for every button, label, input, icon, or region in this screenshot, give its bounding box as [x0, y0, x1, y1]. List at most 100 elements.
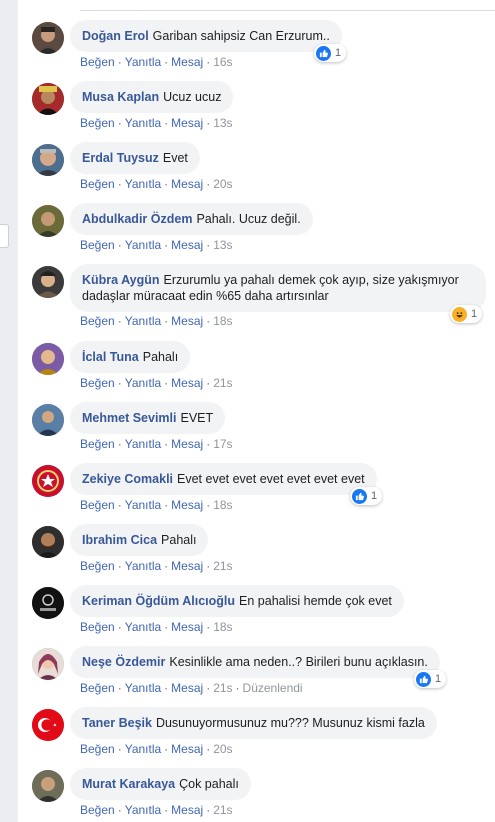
message-link[interactable]: Mesaj — [171, 803, 203, 817]
separator: · — [164, 437, 169, 451]
comment-author[interactable]: Keriman Öğdüm Alıcıoğlu — [82, 594, 235, 608]
message-link[interactable]: Mesaj — [171, 314, 203, 328]
avatar[interactable] — [32, 587, 64, 619]
reply-link[interactable]: Yanıtla — [125, 681, 161, 695]
reply-link[interactable]: Yanıtla — [125, 177, 161, 191]
edited-label[interactable]: Düzenlendi — [243, 681, 303, 695]
comment-author[interactable]: İclal Tuna — [82, 350, 139, 364]
reply-link[interactable]: Yanıtla — [125, 314, 161, 328]
comment-time[interactable]: 18s — [213, 314, 232, 328]
like-link[interactable]: Beğen — [80, 238, 115, 252]
message-link[interactable]: Mesaj — [171, 177, 203, 191]
like-link[interactable]: Beğen — [80, 803, 115, 817]
avatar[interactable] — [32, 526, 64, 558]
separator: · — [235, 681, 240, 695]
comment-author[interactable]: Zekiye Comakli — [82, 472, 173, 486]
message-link[interactable]: Mesaj — [171, 55, 203, 69]
avatar[interactable] — [32, 205, 64, 237]
side-scroll-handle[interactable] — [0, 224, 9, 248]
like-link[interactable]: Beğen — [80, 620, 115, 634]
comment-author[interactable]: Abdulkadir Özdem — [82, 212, 192, 226]
comment-bubble: Murat Karakaya Çok pahalı — [70, 768, 251, 800]
message-link[interactable]: Mesaj — [171, 116, 203, 130]
comment-time[interactable]: 16s — [213, 55, 232, 69]
like-link[interactable]: Beğen — [80, 116, 115, 130]
separator: · — [206, 498, 211, 512]
like-link[interactable]: Beğen — [80, 437, 115, 451]
comment-time[interactable]: 18s — [213, 498, 232, 512]
comment-actions: Beğen · Yanıtla · Mesaj · 20s — [80, 177, 233, 191]
left-gutter — [0, 0, 19, 822]
comment-author[interactable]: Murat Karakaya — [82, 777, 175, 791]
reply-link[interactable]: Yanıtla — [125, 498, 161, 512]
comment-actions: Beğen · Yanıtla · Mesaj · 21s — [80, 376, 233, 390]
message-link[interactable]: Mesaj — [171, 238, 203, 252]
avatar[interactable] — [32, 404, 64, 436]
reply-link[interactable]: Yanıtla — [125, 620, 161, 634]
comment-author[interactable]: Musa Kaplan — [82, 90, 159, 104]
reply-link[interactable]: Yanıtla — [125, 437, 161, 451]
message-link[interactable]: Mesaj — [171, 559, 203, 573]
like-link[interactable]: Beğen — [80, 376, 115, 390]
comment-time[interactable]: 21s — [213, 803, 232, 817]
separator: · — [164, 376, 169, 390]
comment-item: Ibrahim Cica Pahalı Beğen · Yanıtla · Mesaj · 2… — [18, 524, 495, 585]
comment-time[interactable]: 13s — [213, 116, 232, 130]
avatar[interactable] — [32, 709, 64, 741]
reply-link[interactable]: Yanıtla — [125, 559, 161, 573]
avatar[interactable] — [32, 83, 64, 115]
like-link[interactable]: Beğen — [80, 742, 115, 756]
comment-time[interactable]: 13s — [213, 238, 232, 252]
comment-time[interactable]: 18s — [213, 620, 232, 634]
avatar[interactable] — [32, 144, 64, 176]
message-link[interactable]: Mesaj — [171, 376, 203, 390]
avatar[interactable] — [32, 343, 64, 375]
like-link[interactable]: Beğen — [80, 681, 115, 695]
comment-time[interactable]: 21s — [213, 376, 232, 390]
message-link[interactable]: Mesaj — [171, 498, 203, 512]
comment-actions: Beğen · Yanıtla · Mesaj · 18s — [80, 498, 233, 512]
message-link[interactable]: Mesaj — [171, 437, 203, 451]
comment-time[interactable]: 20s — [213, 177, 232, 191]
reply-link[interactable]: Yanıtla — [125, 238, 161, 252]
like-link[interactable]: Beğen — [80, 498, 115, 512]
reply-link[interactable]: Yanıtla — [125, 742, 161, 756]
reaction-badge[interactable]: 1 — [414, 670, 447, 688]
comment-time[interactable]: 21s — [213, 559, 232, 573]
comment-time[interactable]: 21s — [213, 681, 232, 695]
avatar[interactable] — [32, 770, 64, 802]
comment-author[interactable]: Mehmet Sevimli — [82, 411, 176, 425]
separator: · — [117, 314, 122, 328]
avatar[interactable] — [32, 465, 64, 497]
like-link[interactable]: Beğen — [80, 177, 115, 191]
comment-text: Dusunuyormusunuz mu??? Musunuz kismi faz… — [155, 716, 425, 730]
comment-author[interactable]: Erdal Tuysuz — [82, 151, 159, 165]
comment-author[interactable]: Doğan Erol — [82, 29, 149, 43]
comment-author[interactable]: Taner Beşik — [82, 716, 152, 730]
comment-time[interactable]: 17s — [213, 437, 232, 451]
like-link[interactable]: Beğen — [80, 314, 115, 328]
reaction-badge[interactable]: 1 — [450, 305, 483, 323]
avatar[interactable] — [32, 266, 64, 298]
message-link[interactable]: Mesaj — [171, 742, 203, 756]
reply-link[interactable]: Yanıtla — [125, 55, 161, 69]
avatar[interactable] — [32, 22, 64, 54]
like-link[interactable]: Beğen — [80, 559, 115, 573]
comment-item: Mehmet Sevimli EVET Beğen · Yanıtla · Mesaj · 1… — [18, 402, 495, 463]
reply-link[interactable]: Yanıtla — [125, 803, 161, 817]
reply-link[interactable]: Yanıtla — [125, 376, 161, 390]
message-link[interactable]: Mesaj — [171, 620, 203, 634]
comment-time[interactable]: 20s — [213, 742, 232, 756]
comment-author[interactable]: Kübra Aygün — [82, 273, 160, 287]
comment-author[interactable]: Ibrahim Cica — [82, 533, 157, 547]
reply-link[interactable]: Yanıtla — [125, 116, 161, 130]
comment-actions: Beğen · Yanıtla · Mesaj · 20s — [80, 742, 233, 756]
avatar[interactable] — [32, 648, 64, 680]
reaction-badge[interactable]: 1 — [314, 44, 347, 62]
reaction-badge[interactable]: 1 — [350, 487, 383, 505]
like-link[interactable]: Beğen — [80, 55, 115, 69]
separator: · — [164, 177, 169, 191]
comment-item: Keriman Öğdüm Alıcıoğlu En pahalisi hemde… — [18, 585, 495, 646]
comment-author[interactable]: Neşe Özdemir — [82, 655, 165, 669]
message-link[interactable]: Mesaj — [171, 681, 203, 695]
